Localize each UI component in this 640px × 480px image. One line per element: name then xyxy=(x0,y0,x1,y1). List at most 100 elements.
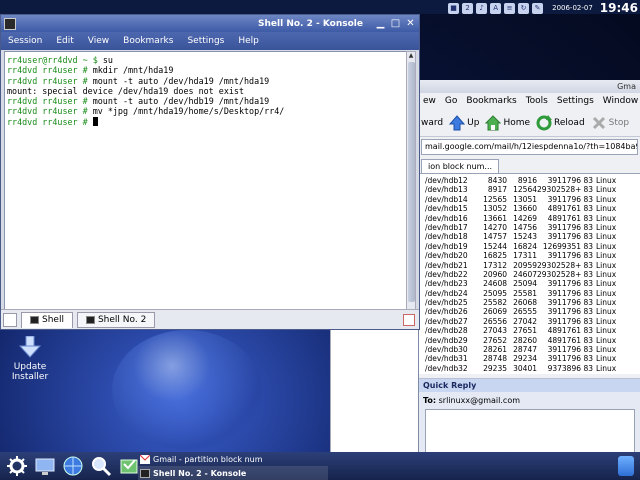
tray-keyboard-icon[interactable]: A xyxy=(490,2,502,14)
browser-tab-gmail[interactable]: ion block num... xyxy=(421,159,500,173)
partition-cell: 28261 xyxy=(483,345,507,355)
menu-settings[interactable]: Settings xyxy=(180,36,231,46)
partition-row: /dev/hdb31 28748 29234 3911796 83 Linux xyxy=(425,354,640,363)
scroll-up-icon[interactable]: ▲ xyxy=(407,52,415,60)
terminal-tab-icon xyxy=(85,315,95,324)
tab-shell[interactable]: Shell xyxy=(21,311,73,328)
partition-cell: 83 xyxy=(583,241,593,251)
partition-cell: 83 xyxy=(583,279,593,289)
minimize-icon[interactable]: ▁ xyxy=(375,18,386,29)
browser-menu-window[interactable]: Window xyxy=(603,96,639,106)
browser-icon[interactable] xyxy=(62,455,84,477)
tray-clipboard-icon[interactable]: ✎ xyxy=(532,2,544,14)
desktop-icon[interactable] xyxy=(34,455,56,477)
menu-session[interactable]: Session xyxy=(1,36,49,46)
tray-notify-icon[interactable]: 2 xyxy=(462,2,474,14)
partition-cell: 14756 xyxy=(513,222,537,232)
terminal-scrollbar[interactable]: ▲ ▼ xyxy=(406,51,416,323)
partition-cell: 8917 xyxy=(487,185,507,195)
partition-cell: 25095 xyxy=(483,288,507,298)
maximize-icon[interactable]: □ xyxy=(390,18,401,29)
partition-row: /dev/hdb19 15244 16824 12699351 83 Linux xyxy=(425,242,640,251)
kde-menu-icon[interactable] xyxy=(6,455,28,477)
close-tab-icon[interactable] xyxy=(403,313,415,326)
menu-view[interactable]: View xyxy=(81,36,116,46)
task-gmail[interactable]: Gmail - partition block num xyxy=(138,452,328,466)
scrollbar-thumb[interactable] xyxy=(408,62,415,302)
browser-menu-view[interactable]: ew xyxy=(423,96,436,106)
background-window-fragment xyxy=(330,330,418,452)
menu-help[interactable]: Help xyxy=(231,36,266,46)
terminal-line: rr4dvd rr4user # mv *jpg /mnt/hda19/home… xyxy=(7,106,405,116)
reply-textarea[interactable] xyxy=(425,409,635,452)
partition-cell: 83 xyxy=(583,260,593,270)
konsole-window[interactable]: Shell No. 2 - Konsole ▁ □ ✕ Session Edit… xyxy=(0,14,420,330)
url-input[interactable]: mail.google.com/mail/h/12iespdenna1o/?th… xyxy=(421,139,638,155)
tray-clock[interactable]: 19:46 xyxy=(600,1,638,15)
tray-update-icon[interactable]: ↻ xyxy=(518,2,530,14)
task-konsole[interactable]: Shell No. 2 - Konsole xyxy=(138,466,328,480)
partition-row: /dev/hdb25 25582 26068 3911796 83 Linux xyxy=(425,298,640,307)
partition-cell: Linux xyxy=(596,363,617,373)
trash-icon[interactable] xyxy=(618,456,634,476)
browser-menu-tools[interactable]: Tools xyxy=(526,96,548,106)
partition-row: /dev/hdb28 27043 27651 4891761 83 Linux xyxy=(425,326,640,335)
partition-cell: 25094 xyxy=(513,279,537,289)
shell-prompt: rr4dvd rr4user # xyxy=(7,65,93,76)
command-text: su xyxy=(102,55,113,65)
partition-cell: /dev/hdb18 xyxy=(425,232,468,242)
browser-window[interactable]: Gma ew Go Bookmarks Tools Settings Windo… xyxy=(418,80,640,452)
partition-cell: 3911796 xyxy=(547,345,581,355)
settings-icon[interactable] xyxy=(118,455,140,477)
partition-cell: 83 xyxy=(583,185,593,195)
reload-button[interactable]: Reload xyxy=(536,114,585,131)
partition-row: /dev/hdb24 25095 25581 3911796 83 Linux xyxy=(425,289,640,298)
home-label: Home xyxy=(503,117,531,128)
partition-cell: Linux xyxy=(596,326,617,336)
terminal-output[interactable]: rr4user@rr4dvd ~ $ su rr4dvd rr4user # mk… xyxy=(4,51,408,323)
konsole-titlebar[interactable]: Shell No. 2 - Konsole ▁ □ ✕ xyxy=(1,15,419,32)
partition-cell: 29302528+ xyxy=(537,269,582,279)
partition-cell: 83 xyxy=(583,335,593,345)
menu-bookmarks[interactable]: Bookmarks xyxy=(116,36,180,46)
tray-network-icon[interactable]: ≡ xyxy=(504,2,516,14)
browser-menu-go[interactable]: Go xyxy=(445,96,457,106)
stop-button[interactable]: Stop xyxy=(591,115,629,131)
tab-shell-no-2[interactable]: Shell No. 2 xyxy=(76,311,156,328)
partition-cell: /dev/hdb27 xyxy=(425,316,468,326)
partition-cell: 3911796 xyxy=(547,279,581,289)
partition-cell: Linux xyxy=(596,307,617,317)
home-button[interactable]: Home xyxy=(485,114,531,131)
partition-cell: 3911796 xyxy=(547,222,581,232)
browser-menu-settings[interactable]: Settings xyxy=(557,96,594,106)
partition-row: /dev/hdb26 26069 26555 3911796 83 Linux xyxy=(425,307,640,316)
menu-edit[interactable]: Edit xyxy=(49,36,80,46)
terminal-icon[interactable] xyxy=(4,17,16,30)
forward-button[interactable]: ward xyxy=(421,118,443,128)
partition-cell: 29235 xyxy=(483,363,507,373)
taskbar: Gmail - partition block num Shell No. 2 … xyxy=(138,452,328,480)
tray-volume-icon[interactable]: ♪ xyxy=(476,2,488,14)
tray-app-icon[interactable]: ■ xyxy=(448,2,460,14)
quick-reply-heading: Quick Reply xyxy=(419,379,640,392)
download-arrow-icon xyxy=(18,336,42,358)
partition-cell: Linux xyxy=(596,185,617,195)
mail-icon xyxy=(140,454,150,464)
partition-cell: 27042 xyxy=(513,316,537,326)
partition-cell: Linux xyxy=(596,345,617,355)
close-icon[interactable]: ✕ xyxy=(405,18,416,29)
browser-menu-bookmarks[interactable]: Bookmarks xyxy=(466,96,516,106)
search-icon[interactable] xyxy=(90,455,112,477)
partition-cell: 83 xyxy=(583,176,593,185)
partition-cell: 3911796 xyxy=(547,307,581,317)
konsole-title: Shell No. 2 - Konsole xyxy=(258,18,363,29)
partition-row: /dev/hdb23 24608 25094 3911796 83 Linux xyxy=(425,279,640,288)
partition-row: /dev/hdb16 13661 14269 4891761 83 Linux xyxy=(425,214,640,223)
command-text: mkdir /mnt/hda19 xyxy=(92,65,174,76)
partition-cell: /dev/hdb12 xyxy=(425,176,468,185)
new-tab-icon[interactable] xyxy=(3,312,17,327)
tab-shell-label: Shell xyxy=(42,315,64,325)
up-button[interactable]: Up xyxy=(449,114,479,131)
text-cursor xyxy=(92,116,98,126)
desktop-icon-update-installer[interactable]: Update Installer xyxy=(6,336,54,382)
